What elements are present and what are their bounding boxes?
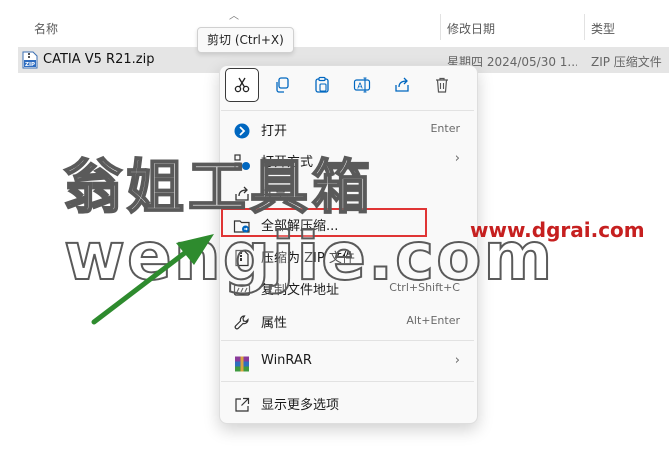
copy-button[interactable] xyxy=(265,68,299,102)
open-icon xyxy=(234,123,250,139)
column-divider[interactable] xyxy=(440,14,441,40)
copy-icon xyxy=(276,77,289,93)
external-link-icon xyxy=(235,397,250,412)
column-header-bar: ︿ 名称 修改日期 类型 xyxy=(0,0,669,40)
delete-button[interactable] xyxy=(425,68,459,102)
file-name[interactable]: CATIA V5 R21.zip xyxy=(43,52,154,67)
column-type-header[interactable]: 类型 xyxy=(591,20,615,37)
watermark-cn: 翁姐工具箱 xyxy=(63,152,375,222)
paste-button[interactable] xyxy=(305,68,339,102)
menu-item-shortcut: Alt+Enter xyxy=(406,314,460,327)
site-watermark: www.dgrai.com xyxy=(470,218,645,242)
menu-item-winrar[interactable]: WinRAR › xyxy=(224,348,472,378)
sort-caret-icon: ︿ xyxy=(229,11,239,22)
zip-file-icon: ZIP xyxy=(22,51,38,69)
menu-item-label: WinRAR xyxy=(261,353,312,368)
menu-item-shortcut: Enter xyxy=(430,122,460,135)
menu-separator xyxy=(221,340,474,341)
share-icon xyxy=(395,77,409,92)
paste-icon xyxy=(315,76,329,93)
menu-item-label: 属性 xyxy=(261,316,288,331)
menu-item-label: 打开 xyxy=(261,124,288,139)
chevron-right-icon: › xyxy=(454,151,460,166)
cut-tooltip: 剪切 (Ctrl+X) xyxy=(197,27,294,53)
svg-text:A: A xyxy=(357,82,363,91)
winrar-icon xyxy=(235,356,249,372)
rename-button[interactable]: A xyxy=(345,68,379,102)
cut-icon xyxy=(234,77,250,93)
share-button[interactable] xyxy=(385,68,419,102)
column-divider[interactable] xyxy=(584,14,585,40)
column-name-header[interactable]: 名称 xyxy=(34,20,58,37)
rename-icon: A xyxy=(353,77,371,93)
menu-item-label: 显示更多选项 xyxy=(261,398,340,413)
chevron-right-icon: › xyxy=(454,353,460,368)
menu-separator xyxy=(221,381,474,382)
menu-separator xyxy=(221,110,474,111)
svg-text:ZIP: ZIP xyxy=(25,62,35,68)
file-type: ZIP 压缩文件 xyxy=(591,55,662,69)
menu-item-more-options[interactable]: 显示更多选项 xyxy=(224,389,472,419)
cut-button[interactable] xyxy=(225,68,259,102)
delete-icon xyxy=(436,77,448,93)
wrench-icon xyxy=(234,315,249,330)
menu-item-properties[interactable]: 属性 Alt+Enter xyxy=(224,307,472,337)
column-date-header[interactable]: 修改日期 xyxy=(447,20,495,37)
